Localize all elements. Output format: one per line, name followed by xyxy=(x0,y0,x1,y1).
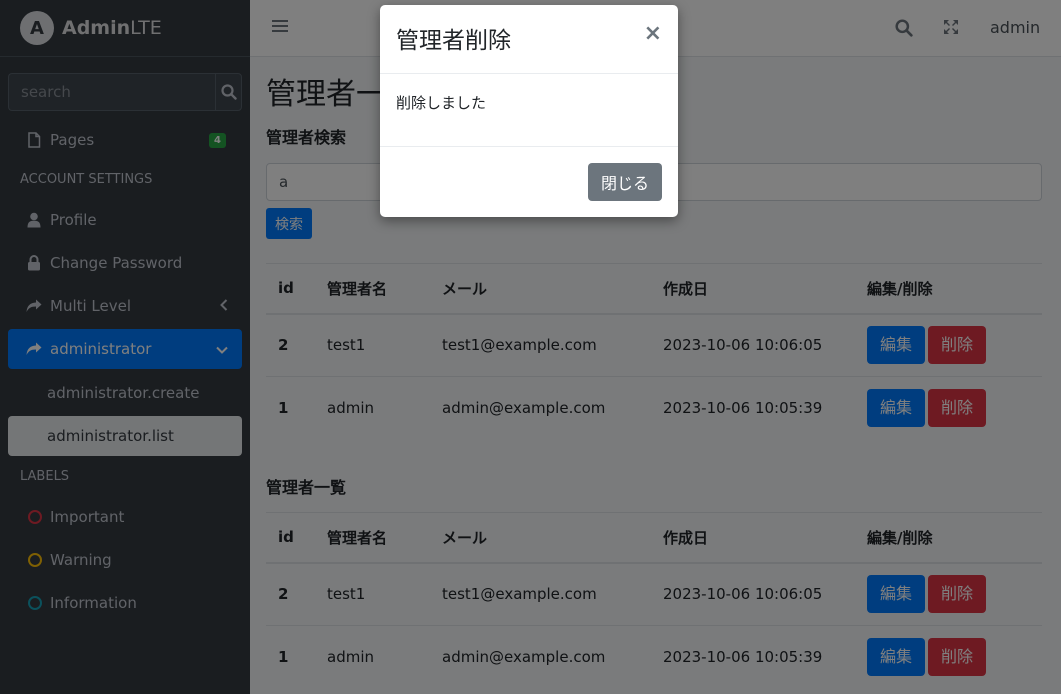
modal-footer: 閉じる xyxy=(380,147,678,217)
delete-result-modal: 管理者削除 × 削除しました 閉じる xyxy=(380,5,678,217)
modal-body: 削除しました xyxy=(380,74,678,147)
close-button[interactable]: 閉じる xyxy=(588,163,662,201)
modal-message: 削除しました xyxy=(396,94,487,112)
close-icon[interactable]: × xyxy=(644,21,662,46)
modal-header: 管理者削除 × xyxy=(380,5,678,74)
modal-title: 管理者削除 xyxy=(396,28,511,54)
